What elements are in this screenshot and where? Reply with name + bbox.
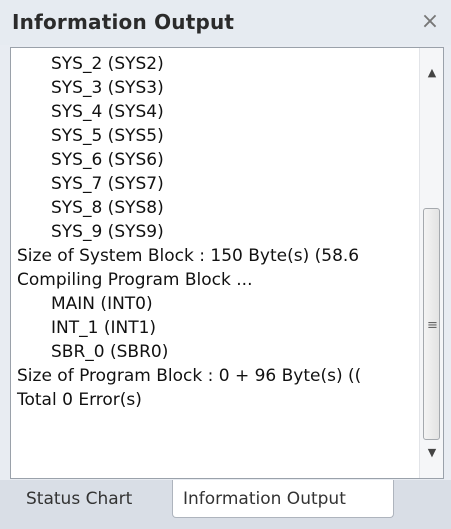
output-line: SBR_0 (SBR0) (51, 342, 169, 362)
output-content: SYS_2 (SYS2) SYS_3 (SYS3) SYS_4 (SYS4) S… (10, 47, 444, 479)
output-line: MAIN (INT0) (51, 294, 153, 314)
scrollbar-thumb[interactable]: ≡ (423, 208, 440, 440)
output-text-area[interactable]: SYS_2 (SYS2) SYS_3 (SYS3) SYS_4 (SYS4) S… (11, 48, 419, 478)
output-line: SYS_5 (SYS5) (51, 126, 164, 146)
grip-icon: ≡ (427, 318, 438, 333)
tab-status-chart[interactable]: Status Chart (10, 480, 170, 518)
output-line: SYS_7 (SYS7) (51, 174, 164, 194)
scroll-up-arrow-icon[interactable]: ▲ (420, 62, 444, 84)
tab-information-output[interactable]: Information Output (172, 480, 394, 518)
output-line: INT_1 (INT1) (51, 318, 157, 338)
output-line: SYS_9 (SYS9) (51, 222, 164, 242)
vertical-scrollbar[interactable]: ▲ ≡ ▼ (419, 48, 443, 478)
output-line: SYS_8 (SYS8) (51, 198, 164, 218)
information-output-panel: Information Output × SYS_2 (SYS2) SYS_3 … (0, 0, 451, 529)
output-line: Size of System Block : 150 Byte(s) (58.6 (17, 246, 360, 266)
output-line: SYS_3 (SYS3) (51, 78, 164, 98)
output-line: Compiling Program Block ... (17, 270, 253, 290)
output-line: SYS_6 (SYS6) (51, 150, 164, 170)
output-line: Total 0 Error(s) (17, 390, 142, 410)
output-line: SYS_4 (SYS4) (51, 102, 164, 122)
output-line: SYS_2 (SYS2) (51, 54, 164, 74)
scroll-down-arrow-icon[interactable]: ▼ (420, 442, 444, 464)
panel-title: Information Output (12, 10, 235, 34)
output-line: Size of Program Block : 0 + 96 Byte(s) (… (17, 366, 362, 386)
close-icon[interactable]: × (418, 10, 442, 34)
panel-titlebar: Information Output × (0, 0, 451, 45)
bottom-tab-bar: Status Chart Information Output (0, 480, 451, 529)
